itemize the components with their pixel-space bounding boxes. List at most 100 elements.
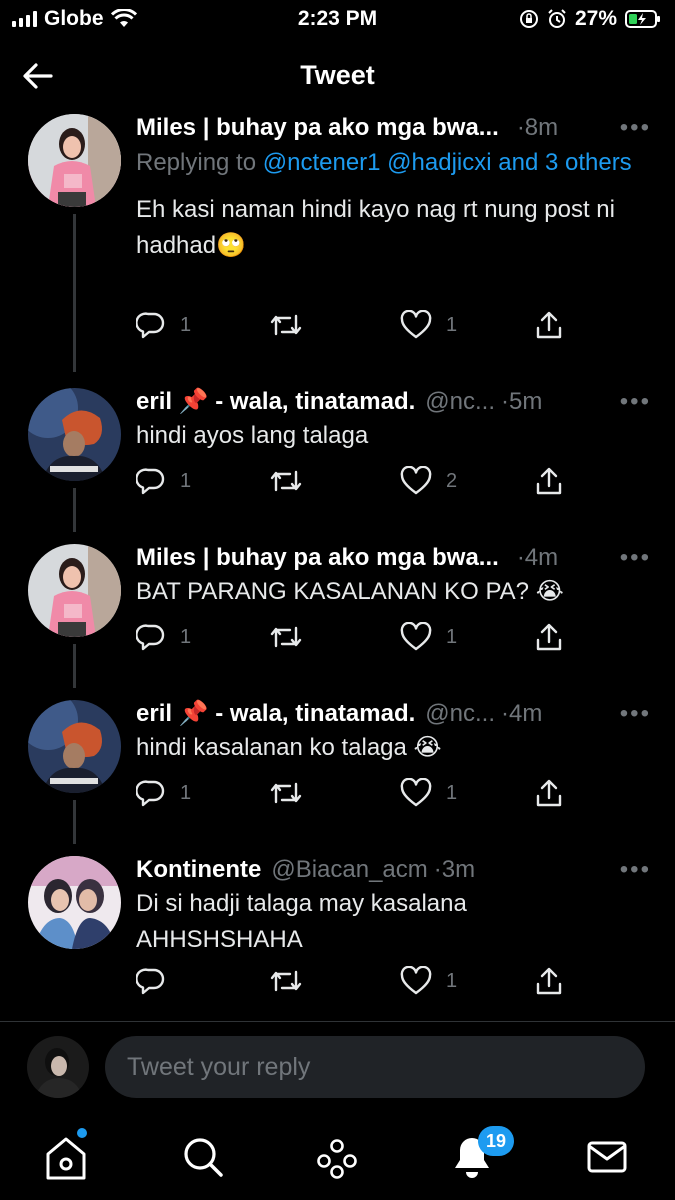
tab-messages[interactable] bbox=[577, 1126, 637, 1186]
share-button[interactable] bbox=[534, 466, 564, 496]
tweet-text: Eh kasi naman hindi kayo nag rt nung pos… bbox=[136, 196, 615, 259]
more-icon[interactable]: ••• bbox=[620, 388, 651, 416]
tweet-text: BAT PARANG KASALANAN KO PA? 😭 bbox=[136, 578, 564, 605]
retweet-icon bbox=[270, 970, 302, 992]
like-button[interactable]: 1 bbox=[400, 622, 457, 652]
timestamp[interactable]: ·4m bbox=[501, 698, 542, 730]
tweet-header: Miles | buhay pa ako mga bwa... ·8m bbox=[136, 112, 655, 144]
reply-button[interactable] bbox=[136, 966, 180, 996]
like-count: 1 bbox=[446, 313, 458, 336]
user-handle[interactable]: @nc... bbox=[425, 386, 495, 418]
reply-mentions[interactable]: @nctener1 @hadjicxi and 3 others bbox=[263, 149, 632, 176]
my-avatar[interactable] bbox=[27, 1036, 89, 1098]
tweet[interactable]: Miles | buhay pa ako mga bwa... ·8m ••• … bbox=[0, 112, 675, 374]
avatar-person-graphic bbox=[28, 544, 121, 637]
reply-input[interactable]: Tweet your reply bbox=[105, 1036, 645, 1098]
share-button[interactable] bbox=[534, 778, 564, 808]
reply-button[interactable]: 1 bbox=[136, 622, 191, 652]
tweet[interactable]: Miles | buhay pa ako mga bwa... ·4m ••• … bbox=[0, 542, 675, 690]
like-button[interactable]: 1 bbox=[400, 966, 457, 996]
display-name[interactable]: Kontinente bbox=[136, 854, 261, 886]
retweet-button[interactable] bbox=[269, 966, 317, 996]
reply-button[interactable]: 1 bbox=[136, 778, 191, 808]
more-icon[interactable]: ••• bbox=[620, 544, 651, 572]
display-name[interactable]: eril 📌 - wala, tinatamad. bbox=[136, 698, 415, 730]
timestamp[interactable]: ·5m bbox=[501, 386, 542, 418]
tab-home[interactable] bbox=[36, 1126, 96, 1186]
retweet-button[interactable] bbox=[269, 310, 317, 340]
tweet-actions: 1 bbox=[136, 966, 576, 1000]
avatar[interactable] bbox=[28, 856, 121, 949]
battery-icon bbox=[625, 10, 660, 28]
retweet-icon bbox=[270, 782, 302, 804]
tweet-actions: 1 2 bbox=[136, 466, 576, 500]
avatar-person-graphic bbox=[28, 114, 121, 207]
more-icon[interactable]: ••• bbox=[620, 114, 651, 142]
orientation-lock-icon bbox=[519, 10, 538, 28]
like-button[interactable]: 2 bbox=[400, 466, 457, 496]
tab-spaces[interactable] bbox=[307, 1126, 367, 1186]
reply-button[interactable]: 1 bbox=[136, 466, 191, 496]
alarm-icon bbox=[548, 9, 566, 28]
share-icon bbox=[536, 623, 562, 651]
avatar[interactable] bbox=[28, 700, 121, 793]
timestamp[interactable]: ·3m bbox=[434, 854, 475, 886]
tweet[interactable]: eril 📌 - wala, tinatamad. @nc... ·5m •••… bbox=[0, 386, 675, 534]
tweet-header: Miles | buhay pa ako mga bwa... ·4m bbox=[136, 542, 655, 574]
like-icon bbox=[400, 466, 432, 495]
avatar[interactable] bbox=[28, 544, 121, 637]
retweet-icon bbox=[270, 626, 302, 648]
share-button[interactable] bbox=[534, 310, 564, 340]
like-button[interactable]: 1 bbox=[400, 778, 457, 808]
reply-icon bbox=[136, 968, 165, 995]
avatar[interactable] bbox=[28, 388, 121, 481]
top-bar: Tweet bbox=[0, 48, 675, 104]
tweet-header: eril 📌 - wala, tinatamad. @nc... ·4m bbox=[136, 698, 655, 730]
retweet-button[interactable] bbox=[269, 466, 317, 496]
battery-percent: 27% bbox=[574, 7, 617, 30]
reply-composer: Tweet your reply bbox=[0, 1032, 675, 1102]
timestamp[interactable]: ·8m bbox=[517, 112, 558, 144]
tweet[interactable]: Kontinente @Biacan_acm ·3m ••• Di si had… bbox=[0, 854, 675, 1018]
tweet[interactable]: eril 📌 - wala, tinatamad. @nc... ·4m •••… bbox=[0, 698, 675, 846]
like-button[interactable]: 1 bbox=[400, 310, 457, 340]
share-button[interactable] bbox=[534, 622, 564, 652]
tweet-header: eril 📌 - wala, tinatamad. @nc... ·5m bbox=[136, 386, 655, 418]
tab-search[interactable] bbox=[172, 1126, 232, 1186]
like-count: 2 bbox=[446, 469, 458, 492]
reply-icon bbox=[136, 468, 165, 495]
spaces-icon bbox=[317, 1139, 357, 1179]
display-name[interactable]: Miles | buhay pa ako mga bwa... bbox=[136, 112, 499, 144]
tweet-text: hindi kasalanan ko talaga 😭 bbox=[136, 734, 442, 761]
timestamp[interactable]: ·4m bbox=[517, 542, 558, 574]
reply-count: 1 bbox=[180, 625, 192, 648]
display-name[interactable]: eril 📌 - wala, tinatamad. bbox=[136, 386, 415, 418]
composer-divider bbox=[0, 1021, 675, 1022]
notifications-badge: 19 bbox=[478, 1126, 514, 1156]
reply-icon bbox=[136, 624, 165, 651]
more-icon[interactable]: ••• bbox=[620, 700, 651, 728]
share-icon bbox=[536, 311, 562, 339]
share-icon bbox=[536, 779, 562, 807]
share-button[interactable] bbox=[534, 966, 564, 996]
retweet-button[interactable] bbox=[269, 778, 317, 808]
avatar[interactable] bbox=[28, 114, 121, 207]
like-count: 1 bbox=[446, 781, 458, 804]
replying-to-label: Replying to bbox=[136, 149, 263, 176]
like-icon bbox=[400, 310, 432, 339]
retweet-icon bbox=[270, 314, 302, 336]
reply-icon bbox=[136, 312, 165, 339]
user-handle[interactable]: @nc... bbox=[425, 698, 495, 730]
like-icon bbox=[400, 778, 432, 807]
home-unread-dot bbox=[77, 1128, 87, 1138]
thread-connector bbox=[73, 800, 76, 844]
like-icon bbox=[400, 622, 432, 651]
retweet-button[interactable] bbox=[269, 622, 317, 652]
avatar-person-graphic bbox=[28, 700, 121, 793]
reply-count: 1 bbox=[180, 781, 192, 804]
user-handle[interactable]: @Biacan_acm bbox=[271, 854, 427, 886]
share-icon bbox=[536, 967, 562, 995]
display-name[interactable]: Miles | buhay pa ako mga bwa... bbox=[136, 542, 499, 574]
reply-button[interactable]: 1 bbox=[136, 310, 191, 340]
more-icon[interactable]: ••• bbox=[620, 856, 651, 884]
